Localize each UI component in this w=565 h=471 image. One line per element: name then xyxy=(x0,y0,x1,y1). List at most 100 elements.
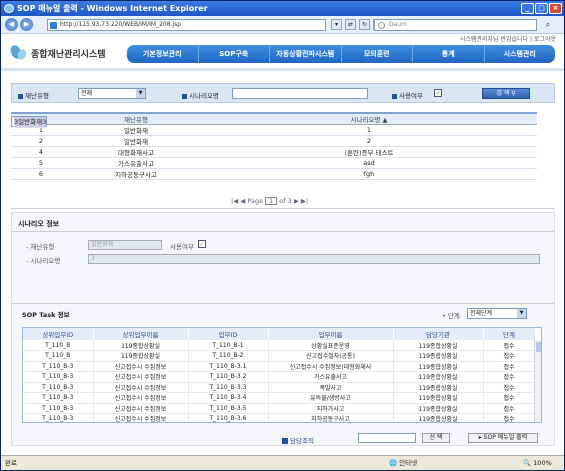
nav-item-auto[interactable]: 자동상황전파시스템 xyxy=(270,45,342,63)
nav-item-basic[interactable]: 기본정보관리 xyxy=(127,45,199,63)
vertical-scrollbar[interactable] xyxy=(534,340,541,422)
table-row[interactable]: 6 지하공동구사고 fgh xyxy=(11,168,537,180)
col-header-task-id[interactable]: 업무ID xyxy=(188,328,269,340)
table-row[interactable]: T_110_B-3 신고접수시 수집정보 T_110_B-3.4 유독물/생방사고 11… xyxy=(23,392,536,404)
org-label: 담당조직 xyxy=(290,437,314,445)
type-select-value: 전체 xyxy=(81,90,93,97)
step-select[interactable]: 전체단계 ▼ xyxy=(467,308,527,319)
window-title: SOP 매뉴얼 출력 - Windows Internet Explorer xyxy=(17,4,208,13)
detail-name-field: 3 xyxy=(88,254,540,264)
ie-logo-icon xyxy=(4,4,14,13)
col-header-parent-id[interactable]: 상위업무ID xyxy=(23,328,94,340)
refresh-icon[interactable]: ↻ xyxy=(359,19,370,30)
table-cell: T_110_B-3.2 xyxy=(188,371,269,383)
pager: |◀ ◀ Page 1 of 3 ▶ ▶| xyxy=(231,197,308,205)
zone-label: 🌐 인터넷 xyxy=(389,459,418,467)
table-cell: 유독물/생방사고 xyxy=(268,392,394,404)
detail-name-label: - 시나리오명 xyxy=(26,257,61,265)
print-sop-button[interactable]: ▸ SOP 메뉴얼 출력 xyxy=(468,433,538,443)
sop-task-title: SOP Task 정보 xyxy=(22,311,70,319)
col-header-task-name[interactable]: 업무이름 xyxy=(268,328,394,340)
table-cell: asd xyxy=(201,157,537,169)
close-button[interactable]: × xyxy=(549,3,562,14)
first-page-icon[interactable]: |◀ xyxy=(231,197,238,205)
col-header-type[interactable]: 재난유형 xyxy=(71,112,201,125)
page-input[interactable]: 1 xyxy=(265,197,278,205)
table-row[interactable]: T_110_B-3 신고접수시 수집정보 T_110_B-3.5 지하가사고 119종합… xyxy=(23,403,536,414)
table-row[interactable]: 3 일반화재 3 xyxy=(11,116,48,128)
compat-icon[interactable]: ⇄ xyxy=(345,19,356,30)
scroll-thumb[interactable] xyxy=(536,342,541,352)
table-cell: T_110_B-2 xyxy=(188,350,269,362)
table-cell: T_110_B-3 xyxy=(23,392,94,404)
table-cell: 119종합상황실 xyxy=(393,371,484,383)
back-icon[interactable]: ◀ xyxy=(5,18,18,31)
table-cell: fgh xyxy=(201,168,537,180)
scenario-info-title: 시나리오 정보 xyxy=(18,220,60,228)
table-cell: 119종합상황실 xyxy=(393,361,484,372)
nav-item-system[interactable]: 시스템관리 xyxy=(485,45,556,63)
table-cell: T_110_B-3.4 xyxy=(188,392,269,404)
user-links[interactable]: 시스템관리자님 반갑습니다 | 로그아웃 xyxy=(460,34,556,43)
col-header-org[interactable]: 담당기관 xyxy=(393,328,484,340)
search-placeholder: Daum xyxy=(389,21,407,28)
zoom-level[interactable]: 🔍 100% xyxy=(523,456,552,470)
table-row[interactable]: T_110_B-3 신고접수시 수집정보 T_110_B-3.2 가스유출사고 119종… xyxy=(23,371,536,383)
nav-item-stats[interactable]: 통계 xyxy=(413,45,485,63)
table-row[interactable]: T_110_B-3 신고접수시 수집정보 T_110_B-3.3 폭발사고 119종합상… xyxy=(23,382,536,393)
table-cell: 가스유출사고 xyxy=(268,371,394,383)
dropdown-icon[interactable]: ▾ xyxy=(331,19,342,30)
nav-item-drill[interactable]: 모의훈련 xyxy=(342,45,413,63)
table-row[interactable]: 2 일반화재 2 xyxy=(11,135,537,147)
search-input[interactable]: Daum xyxy=(374,19,537,31)
table-cell: 신고접수시 수집정보 xyxy=(93,392,189,404)
forward-icon[interactable]: ▶ xyxy=(20,18,33,31)
step-label: • 단계 xyxy=(442,312,460,320)
search-button-label: 검 색 xyxy=(496,90,510,97)
select-button[interactable]: 선 택 xyxy=(422,433,450,443)
table-cell: 지하공동구사고 xyxy=(268,413,394,422)
minimize-button[interactable]: _ xyxy=(521,3,534,14)
col-header-scenario[interactable]: 시나리오명 ▲ xyxy=(201,112,537,125)
table-row[interactable]: T_110_B 119종합상황실 T_110_B-1 상황실표준운영 119종합상황실 접… xyxy=(23,340,536,351)
col-header-step[interactable]: 단계 xyxy=(483,328,536,340)
table-cell: 대형화재사고 xyxy=(71,147,201,158)
table-cell: 접수 xyxy=(483,340,536,351)
maximize-button[interactable]: □ xyxy=(535,3,548,14)
detail-type-label: - 재난유형 xyxy=(26,243,55,251)
ie-window: SOP 매뉴얼 출력 - Windows Internet Explorer _… xyxy=(0,0,565,471)
last-page-icon[interactable]: ▶| xyxy=(301,197,308,205)
table-cell: 접수 xyxy=(483,403,536,414)
search-icon[interactable]: ⌕ xyxy=(541,19,555,31)
app-title: 종합재난관리시스템 xyxy=(31,50,106,60)
table-row[interactable]: T_110_B 119종합상황실 T_110_B-2 신고접수절차(공통) 119종합상… xyxy=(23,350,536,362)
table-cell: T_110_B-3 xyxy=(23,382,94,393)
url-field[interactable]: http://115.93.73.220/WEB/IM/IM_208.jsp xyxy=(47,19,326,31)
table-cell: T_110_B-3.3 xyxy=(188,382,269,393)
useyn-checkbox[interactable]: ✓ xyxy=(434,89,442,97)
org-input[interactable] xyxy=(358,433,416,443)
search-button[interactable]: 검 색 ⚲ xyxy=(482,88,530,99)
next-page-icon[interactable]: ▶ xyxy=(294,197,299,205)
table-cell: 접수 xyxy=(483,371,536,383)
table-cell: 가스유출사고 xyxy=(71,157,201,169)
section-divider xyxy=(11,208,555,209)
table-cell: (훈련)증부 테스트 xyxy=(201,147,537,158)
nav-item-sop[interactable]: SOP구축 xyxy=(199,45,270,63)
table-row[interactable]: T_110_B-3 신고접수시 수집정보 T_110_B-3.1 신고접수시 수집정보… xyxy=(23,361,536,372)
scenario-input[interactable] xyxy=(232,88,368,99)
table-row[interactable]: 5 가스유출사고 asd xyxy=(11,157,537,169)
table-cell: 119종합상황실 xyxy=(393,392,484,404)
type-select[interactable]: 전체 ▼ xyxy=(78,88,146,99)
table-cell: 지하공동구사고 xyxy=(71,168,201,180)
org-icon xyxy=(282,438,288,444)
title-bar: SOP 매뉴얼 출력 - Windows Internet Explorer _… xyxy=(1,1,564,16)
table-cell: 3 xyxy=(42,117,47,128)
prev-page-icon[interactable]: ◀ xyxy=(240,197,245,205)
table-row[interactable]: 4 대형화재사고 (훈련)증부 테스트 xyxy=(11,147,537,158)
col-header-parent-name[interactable]: 상위업무이름 xyxy=(93,328,189,340)
table-cell: 6 xyxy=(11,168,71,180)
table-cell: T_110_B-3 xyxy=(23,371,94,383)
table-row[interactable]: 1 일반화재 1 xyxy=(11,124,537,136)
table-row[interactable]: T_110_B-3 신고접수시 수집정보 T_110_B-3.6 지하공동구사고 119… xyxy=(23,413,536,422)
